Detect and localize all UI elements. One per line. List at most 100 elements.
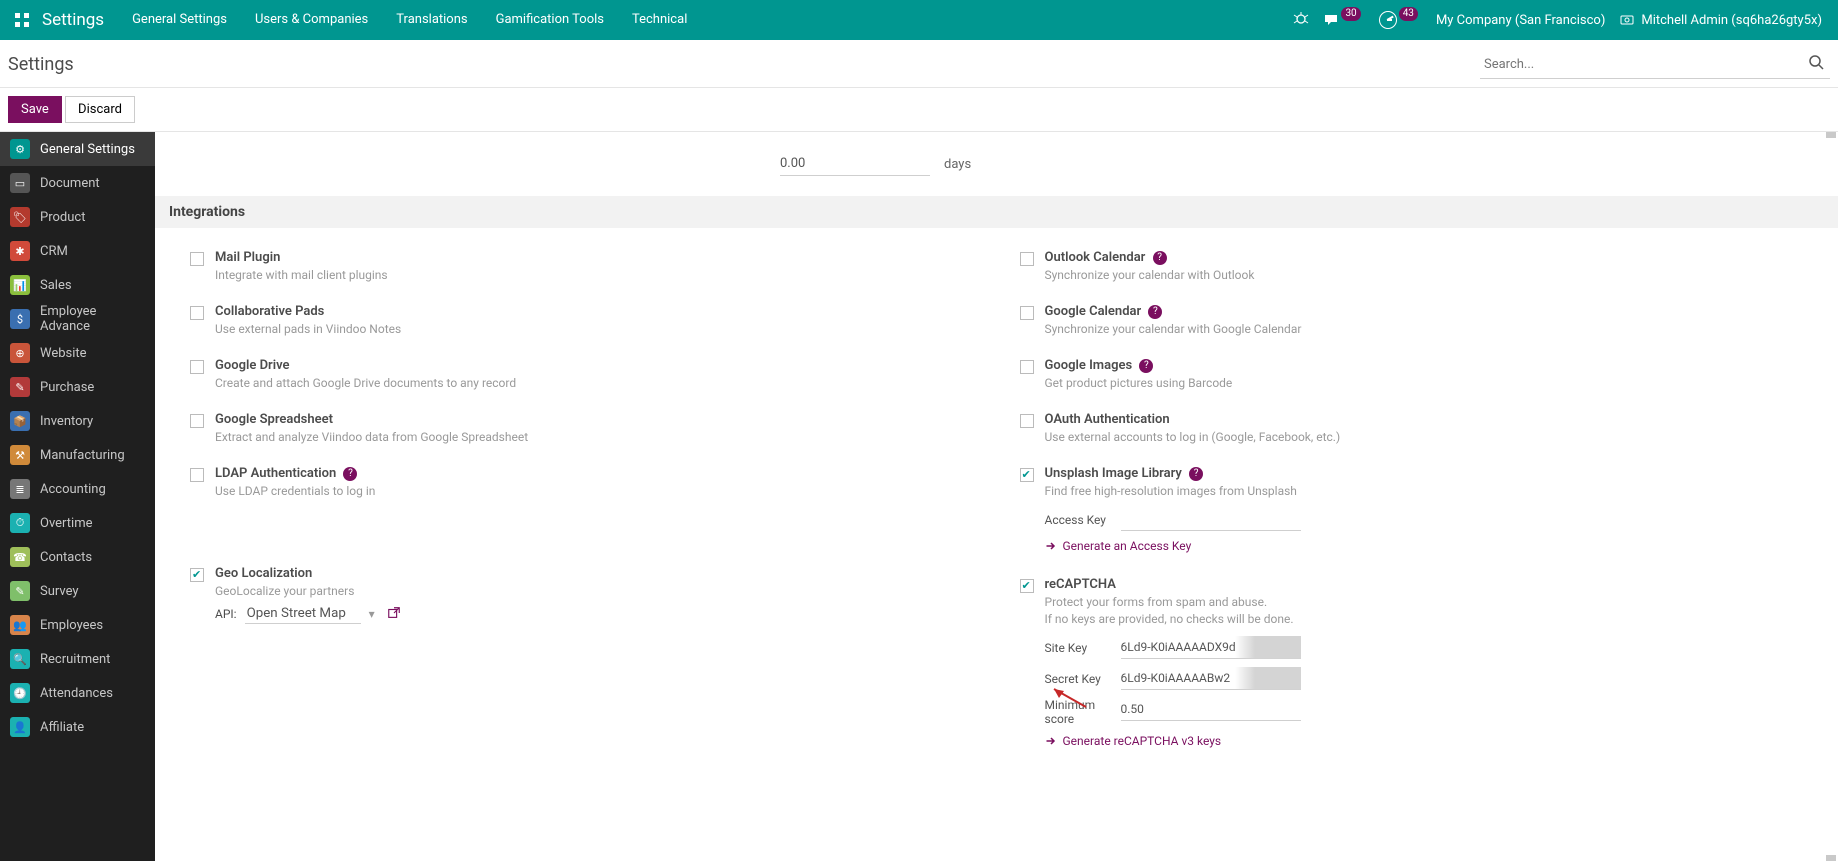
activities-icon[interactable]: 43	[1379, 11, 1422, 29]
sidebar-item-label: Affiliate	[40, 720, 84, 735]
sidebar-item-contacts[interactable]: ☎ Contacts	[0, 540, 155, 574]
sidebar-icon: ✎	[10, 377, 30, 397]
checkbox-gcal[interactable]	[1020, 306, 1034, 320]
setting-outlook: Outlook Calendar ? Synchronize your cale…	[1009, 242, 1827, 296]
menu-gamification[interactable]: Gamification Tools	[482, 0, 618, 40]
setting-gcal: Google Calendar ? Synchronize your calen…	[1009, 296, 1827, 350]
settings-left-col: Mail Plugin Integrate with mail client p…	[155, 242, 1009, 764]
messages-badge: 30	[1341, 7, 1360, 21]
sidebar-item-accounting[interactable]: ≣Accounting	[0, 472, 155, 506]
help-icon[interactable]: ?	[1148, 305, 1162, 319]
sidebar-item-label: Inventory	[40, 414, 93, 429]
sidebar-icon: 🏷	[10, 207, 30, 227]
checkbox-gdrive[interactable]	[190, 360, 204, 374]
annotation-arrow	[1050, 685, 1090, 715]
top-nav: Settings General Settings Users & Compan…	[0, 0, 1838, 40]
setting-gimages: Google Images ? Get product pictures usi…	[1009, 350, 1827, 404]
sidebar-item-manufacturing[interactable]: ⚒ Manufacturing	[0, 438, 155, 472]
sidebar-item-attendances[interactable]: 🕘 Attendances	[0, 676, 155, 710]
sidebar-item-sales[interactable]: 📊Sales	[0, 268, 155, 302]
setting-geoloc: Geo Localization GeoLocalize your partne…	[179, 558, 997, 638]
messages-icon[interactable]: 30	[1323, 12, 1364, 28]
secretkey-label: Secret Key	[1045, 672, 1121, 686]
sidebar-item-website[interactable]: ⊕Website	[0, 336, 155, 370]
sidebar: ⚙General Settings▭Document🏷Product ✱ CRM 📊S…	[0, 132, 155, 861]
sidebar-icon: ✱	[10, 241, 30, 261]
save-button[interactable]: Save	[8, 96, 62, 123]
help-icon[interactable]: ?	[343, 467, 357, 481]
checkbox-outlook[interactable]	[1020, 252, 1034, 266]
blur-mask	[1235, 667, 1301, 690]
days-input[interactable]	[780, 152, 930, 176]
checkbox-mail-plugin[interactable]	[190, 252, 204, 266]
external-link-icon[interactable]	[387, 606, 401, 623]
menu-users[interactable]: Users & Companies	[241, 0, 382, 40]
sidebar-item-label: CRM	[40, 244, 68, 259]
sidebar-item-label: General Settings	[40, 142, 135, 157]
sidebar-item-general-settings[interactable]: ⚙General Settings	[0, 132, 155, 166]
setting-collab-pads: Collaborative Pads Use external pads in …	[179, 296, 997, 350]
sidebar-item-employee-advance[interactable]: $Employee Advance	[0, 302, 155, 336]
sidebar-item-label: Accounting	[40, 482, 106, 497]
blur-mask	[1235, 636, 1301, 659]
help-icon[interactable]: ?	[1153, 251, 1167, 265]
apps-icon[interactable]	[8, 6, 36, 34]
sidebar-item-label: Manufacturing	[40, 448, 125, 463]
checkbox-gimages[interactable]	[1020, 360, 1034, 374]
checkbox-geoloc[interactable]	[190, 568, 204, 582]
checkbox-recaptcha[interactable]	[1020, 579, 1034, 593]
sidebar-item-inventory[interactable]: 📦 Inventory	[0, 404, 155, 438]
sidebar-icon: 🔍	[10, 649, 30, 669]
discard-button[interactable]: Discard	[65, 96, 135, 123]
sidebar-item-label: Sales	[40, 278, 72, 293]
search-input[interactable]	[1480, 51, 1802, 78]
checkbox-gsheet[interactable]	[190, 414, 204, 428]
setting-gdrive: Google Drive Create and attach Google Dr…	[179, 350, 997, 404]
sidebar-item-overtime[interactable]: ⏱Overtime	[0, 506, 155, 540]
setting-gsheet: Google Spreadsheet Extract and analyze V…	[179, 404, 997, 458]
sidebar-item-label: Attendances	[40, 686, 113, 701]
brand[interactable]: Settings	[42, 10, 104, 30]
geo-api-select[interactable]: Open Street Map	[245, 604, 361, 624]
sidebar-icon: ⚒	[10, 445, 30, 465]
user-menu[interactable]: Mitchell Admin (sq6ha26gty5x)	[1619, 12, 1822, 28]
sidebar-item-label: Contacts	[40, 550, 92, 565]
sidebar-item-label: Survey	[40, 584, 79, 599]
sidebar-item-document[interactable]: ▭Document	[0, 166, 155, 200]
minscore-input[interactable]	[1121, 698, 1301, 721]
sidebar-item-label: Employees	[40, 618, 103, 633]
help-icon[interactable]: ?	[1139, 359, 1153, 373]
menu-general[interactable]: General Settings	[118, 0, 241, 40]
menu-technical[interactable]: Technical	[618, 0, 701, 40]
sidebar-icon: ☎	[10, 547, 30, 567]
search-wrap	[1480, 50, 1830, 79]
setting-unsplash: Unsplash Image Library ? Find free high-…	[1009, 458, 1827, 569]
checkbox-ldap[interactable]	[190, 468, 204, 482]
search-icon[interactable]	[1802, 50, 1830, 78]
sidebar-item-employees[interactable]: 👥 Employees	[0, 608, 155, 642]
scrollbar[interactable]	[1826, 132, 1836, 861]
sidebar-icon: 👥	[10, 615, 30, 635]
checkbox-oauth[interactable]	[1020, 414, 1034, 428]
checkbox-unsplash[interactable]	[1020, 468, 1034, 482]
company-selector[interactable]: My Company (San Francisco)	[1436, 13, 1605, 28]
sidebar-item-label: Overtime	[40, 516, 92, 531]
user-label: Mitchell Admin (sq6ha26gty5x)	[1641, 13, 1822, 28]
menu-translations[interactable]: Translations	[382, 0, 481, 40]
sidebar-item-product[interactable]: 🏷Product	[0, 200, 155, 234]
recaptcha-generate-link[interactable]: Generate reCAPTCHA v3 keys	[1045, 734, 1222, 748]
sidebar-item-label: Recruitment	[40, 652, 110, 667]
checkbox-collab-pads[interactable]	[190, 306, 204, 320]
sidebar-item-purchase[interactable]: ✎ Purchase	[0, 370, 155, 404]
sidebar-item-survey[interactable]: ✎Survey	[0, 574, 155, 608]
unsplash-access-input[interactable]	[1121, 508, 1301, 531]
sidebar-item-label: Purchase	[40, 380, 94, 395]
debug-icon[interactable]	[1293, 10, 1309, 30]
unsplash-generate-link[interactable]: Generate an Access Key	[1045, 539, 1192, 553]
sidebar-item-crm[interactable]: ✱ CRM	[0, 234, 155, 268]
sidebar-item-recruitment[interactable]: 🔍 Recruitment	[0, 642, 155, 676]
help-icon[interactable]: ?	[1189, 467, 1203, 481]
sidebar-icon: 📦	[10, 411, 30, 431]
sidebar-item-affiliate[interactable]: 👤Affiliate	[0, 710, 155, 744]
sidebar-icon: 🕘	[10, 683, 30, 703]
